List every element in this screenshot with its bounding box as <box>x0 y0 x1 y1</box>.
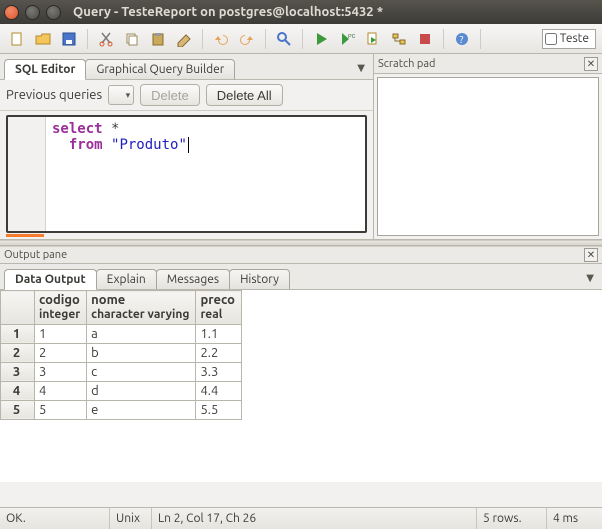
cell[interactable]: 3 <box>35 362 87 381</box>
clear-icon[interactable] <box>173 28 195 50</box>
status-position: Ln 2, Col 17, Ch 26 <box>152 508 477 529</box>
row-header[interactable]: 3 <box>1 362 35 381</box>
scratch-pad-header: Scratch pad ✕ <box>374 54 602 74</box>
svg-text:?: ? <box>460 34 464 45</box>
scratch-pad-close-icon[interactable]: ✕ <box>584 57 598 71</box>
cell[interactable]: 5 <box>35 400 87 419</box>
scratch-pad-title: Scratch pad <box>378 58 435 70</box>
sql-editor[interactable]: select * from "Produto" <box>6 115 367 233</box>
cell[interactable]: 4.4 <box>196 381 241 400</box>
output-tabs: Data Output Explain Messages History ▼ <box>0 264 602 290</box>
cell[interactable]: 2 <box>35 343 87 362</box>
tab-explain[interactable]: Explain <box>96 269 157 289</box>
status-time: 4 ms <box>547 508 602 529</box>
cell[interactable]: c <box>87 362 196 381</box>
scratch-pad-body[interactable] <box>377 77 599 236</box>
execute-pg-icon[interactable]: PG <box>336 28 358 50</box>
table-row[interactable]: 1 1 a 1.1 <box>1 324 242 343</box>
cut-icon[interactable] <box>95 28 117 50</box>
cell[interactable]: 3.3 <box>196 362 241 381</box>
row-header[interactable]: 1 <box>1 324 35 343</box>
cell[interactable]: 2.2 <box>196 343 241 362</box>
tab-data-output[interactable]: Data Output <box>4 269 97 290</box>
editor-indicator <box>6 234 44 237</box>
table-row[interactable]: 4 4 d 4.4 <box>1 381 242 400</box>
delete-all-button[interactable]: Delete All <box>206 84 283 106</box>
cell[interactable]: 1 <box>35 324 87 343</box>
paste-icon[interactable] <box>147 28 169 50</box>
teste-checkbox[interactable]: Teste <box>542 29 596 49</box>
maximize-window-icon[interactable] <box>46 5 61 20</box>
editor-pane: SQL Editor Graphical Query Builder ▼ Pre… <box>0 54 374 239</box>
teste-label: Teste <box>560 32 589 45</box>
new-icon[interactable] <box>6 28 28 50</box>
execute-file-icon[interactable] <box>362 28 384 50</box>
output-tab-overflow-icon[interactable]: ▼ <box>582 270 598 286</box>
previous-queries-row: Previous queries ▾ Delete Delete All <box>0 80 373 111</box>
tab-messages[interactable]: Messages <box>156 269 230 289</box>
col-header-nome[interactable]: nomecharacter varying <box>87 291 196 325</box>
copy-icon[interactable] <box>121 28 143 50</box>
editor-code[interactable]: select * from "Produto" <box>46 117 365 231</box>
main-toolbar: PG ? Teste <box>0 24 602 54</box>
help-icon[interactable]: ? <box>451 28 473 50</box>
status-ok: OK. <box>0 508 110 529</box>
cell[interactable]: 1.1 <box>196 324 241 343</box>
row-header[interactable]: 4 <box>1 381 35 400</box>
find-icon[interactable] <box>273 28 295 50</box>
data-grid[interactable]: codigointeger nomecharacter varying prec… <box>0 290 242 420</box>
table-row[interactable]: 5 5 e 5.5 <box>1 400 242 419</box>
explain-icon[interactable] <box>388 28 410 50</box>
cell[interactable]: b <box>87 343 196 362</box>
tab-graphical-query-builder[interactable]: Graphical Query Builder <box>85 59 235 79</box>
teste-checkbox-input[interactable] <box>545 33 557 45</box>
close-window-icon[interactable] <box>4 5 19 20</box>
main-split: SQL Editor Graphical Query Builder ▼ Pre… <box>0 54 602 240</box>
cancel-icon[interactable] <box>414 28 436 50</box>
col-header-preco[interactable]: precoreal <box>196 291 241 325</box>
output-pane-header: Output pane ✕ <box>0 246 602 264</box>
output-pane-title: Output pane <box>4 249 67 261</box>
scratch-pad-pane: Scratch pad ✕ <box>374 54 602 239</box>
cell[interactable]: 5.5 <box>196 400 241 419</box>
cell[interactable]: a <box>87 324 196 343</box>
save-icon[interactable] <box>58 28 80 50</box>
output-pane-close-icon[interactable]: ✕ <box>584 248 598 262</box>
execute-icon[interactable] <box>310 28 332 50</box>
grid-corner[interactable] <box>1 291 35 325</box>
editor-gutter <box>8 117 46 231</box>
cell[interactable]: d <box>87 381 196 400</box>
previous-queries-label: Previous queries <box>6 88 102 102</box>
data-grid-area: codigointeger nomecharacter varying prec… <box>0 290 602 482</box>
svg-text:PG: PG <box>348 33 355 40</box>
window-titlebar: Query - TesteReport on postgres@localhos… <box>0 0 602 24</box>
col-header-codigo[interactable]: codigointeger <box>35 291 87 325</box>
tab-overflow-icon[interactable]: ▼ <box>353 60 369 76</box>
cell[interactable]: 4 <box>35 381 87 400</box>
table-row[interactable]: 2 2 b 2.2 <box>1 343 242 362</box>
table-row[interactable]: 3 3 c 3.3 <box>1 362 242 381</box>
status-rows: 5 rows. <box>477 508 547 529</box>
tab-history[interactable]: History <box>229 269 290 289</box>
row-header[interactable]: 2 <box>1 343 35 362</box>
window-title: Query - TesteReport on postgres@localhos… <box>73 5 598 19</box>
open-icon[interactable] <box>32 28 54 50</box>
undo-icon[interactable] <box>210 28 232 50</box>
previous-queries-combo[interactable]: ▾ <box>108 85 134 105</box>
status-encoding: Unix <box>110 508 152 529</box>
cell[interactable]: e <box>87 400 196 419</box>
tab-sql-editor[interactable]: SQL Editor <box>4 59 86 80</box>
row-header[interactable]: 5 <box>1 400 35 419</box>
delete-button[interactable]: Delete <box>140 84 200 106</box>
redo-icon[interactable] <box>236 28 258 50</box>
status-bar: OK. Unix Ln 2, Col 17, Ch 26 5 rows. 4 m… <box>0 507 602 529</box>
editor-tabs: SQL Editor Graphical Query Builder ▼ <box>0 54 373 80</box>
minimize-window-icon[interactable] <box>25 5 40 20</box>
